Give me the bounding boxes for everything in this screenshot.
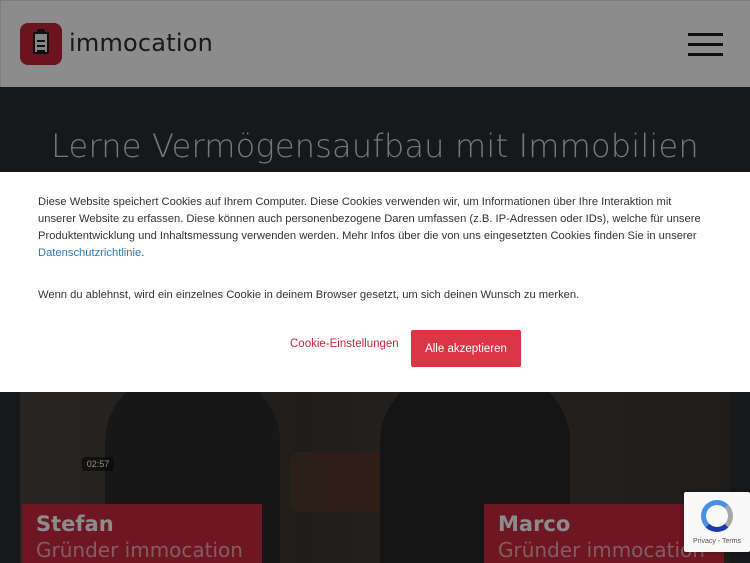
cookie-text: Diese Website speichert Cookies auf Ihre… <box>38 194 712 262</box>
cookie-text-main: Diese Website speichert Cookies auf Ihre… <box>38 196 701 242</box>
cookie-reject-text: Wenn du ablehnst, wird ein einzelnes Coo… <box>38 289 580 301</box>
recaptcha-badge[interactable]: Privacy - Terms <box>684 492 750 552</box>
recaptcha-footer: Privacy - Terms <box>692 538 742 545</box>
cookie-text-end: . <box>141 247 145 259</box>
accept-all-button[interactable]: Alle akzeptieren <box>411 330 521 367</box>
privacy-policy-link[interactable]: Datenschutzrichtlinie <box>38 247 141 259</box>
recaptcha-icon <box>701 500 733 532</box>
cookie-settings-button[interactable]: Cookie-Einstellungen <box>290 338 399 350</box>
cookie-banner: Diese Website speichert Cookies auf Ihre… <box>0 172 750 392</box>
